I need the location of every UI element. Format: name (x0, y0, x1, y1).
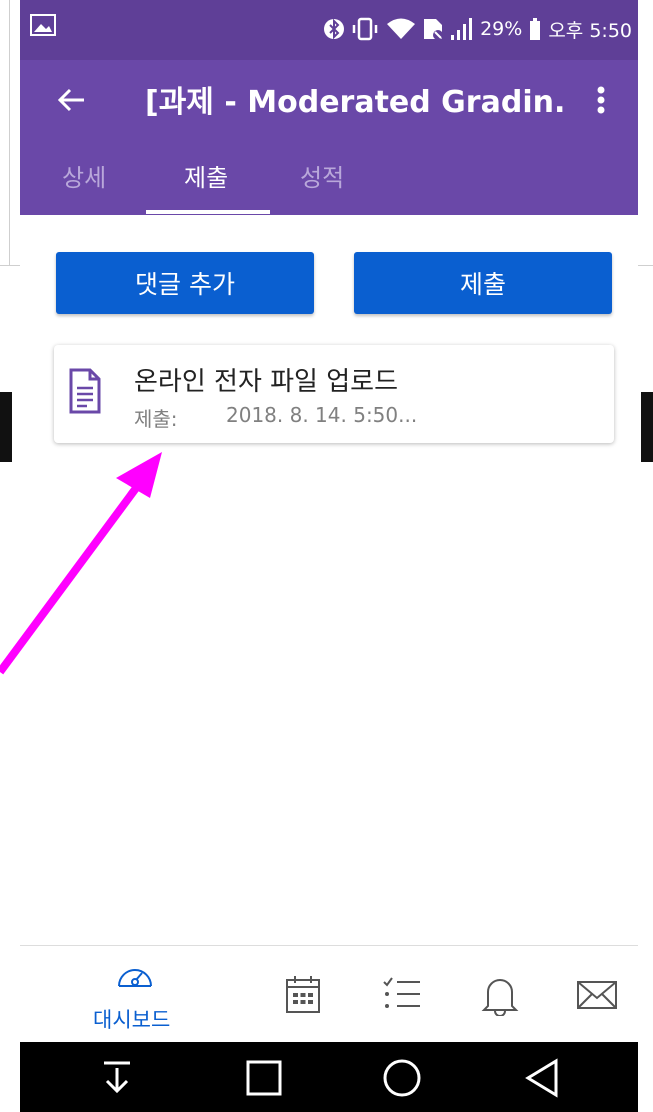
tab-bar: 상세 제출 성적 (20, 138, 638, 215)
more-vertical-icon[interactable] (586, 78, 616, 122)
submitted-date: 2018. 8. 14. 5:50... (226, 403, 418, 427)
tab-indicator (146, 210, 270, 214)
tab-details[interactable]: 상세 (62, 158, 106, 193)
triangle-back-icon[interactable] (524, 1058, 560, 1098)
submit-button[interactable]: 제출 (354, 252, 612, 314)
backdrop-line-left-horizontal (0, 265, 20, 266)
image-icon (30, 14, 56, 36)
circle-icon[interactable] (382, 1058, 422, 1098)
submission-title: 온라인 전자 파일 업로드 (134, 367, 398, 397)
wifi-icon (387, 18, 416, 39)
battery-icon (530, 18, 541, 40)
status-bar: 29% 오후 5:50 (20, 0, 638, 60)
status-icons: 29% 오후 5:50 (324, 14, 632, 44)
submitted-label: 제출: (134, 407, 178, 431)
calendar-icon[interactable] (285, 974, 321, 1014)
nav-dashboard-label: 대시보드 (93, 1008, 171, 1032)
download-icon[interactable] (100, 1060, 134, 1094)
tab-submission[interactable]: 제출 (184, 158, 228, 193)
backdrop-dark-left (0, 392, 12, 462)
dashboard-icon (118, 969, 152, 987)
phone-screen: 29% 오후 5:50 [과제 - Moderated Gradin... 상세… (20, 0, 638, 1112)
backdrop-line-left-vertical (9, 0, 10, 265)
signal-icon (451, 18, 473, 40)
add-comment-button[interactable]: 댓글 추가 (56, 252, 314, 314)
app-bar: [과제 - Moderated Gradin... (20, 60, 638, 138)
backdrop-line-right-horizontal (638, 265, 653, 266)
page-title: [과제 - Moderated Gradin... (145, 85, 565, 120)
submission-card[interactable]: 온라인 전자 파일 업로드 제출: 2018. 8. 14. 5:50... (54, 345, 614, 443)
arrow-left-icon[interactable] (50, 78, 94, 122)
nav-dashboard[interactable]: 대시보드 (80, 946, 190, 1043)
system-navigation-bar (20, 1042, 638, 1112)
backdrop-dark-right (641, 392, 653, 462)
status-time: 오후 5:50 (548, 19, 632, 42)
bottom-navigation: 대시보드 (20, 945, 638, 1043)
mail-icon[interactable] (576, 980, 618, 1010)
document-icon (69, 368, 101, 414)
vibrate-icon (352, 17, 378, 41)
todo-list-icon[interactable] (382, 976, 422, 1012)
tab-grades[interactable]: 성적 (300, 158, 344, 193)
bell-icon[interactable] (480, 974, 520, 1016)
bluetooth-icon (324, 18, 345, 40)
no-sim-icon (424, 19, 444, 40)
battery-percent: 29% (480, 18, 523, 40)
square-icon[interactable] (246, 1060, 282, 1096)
